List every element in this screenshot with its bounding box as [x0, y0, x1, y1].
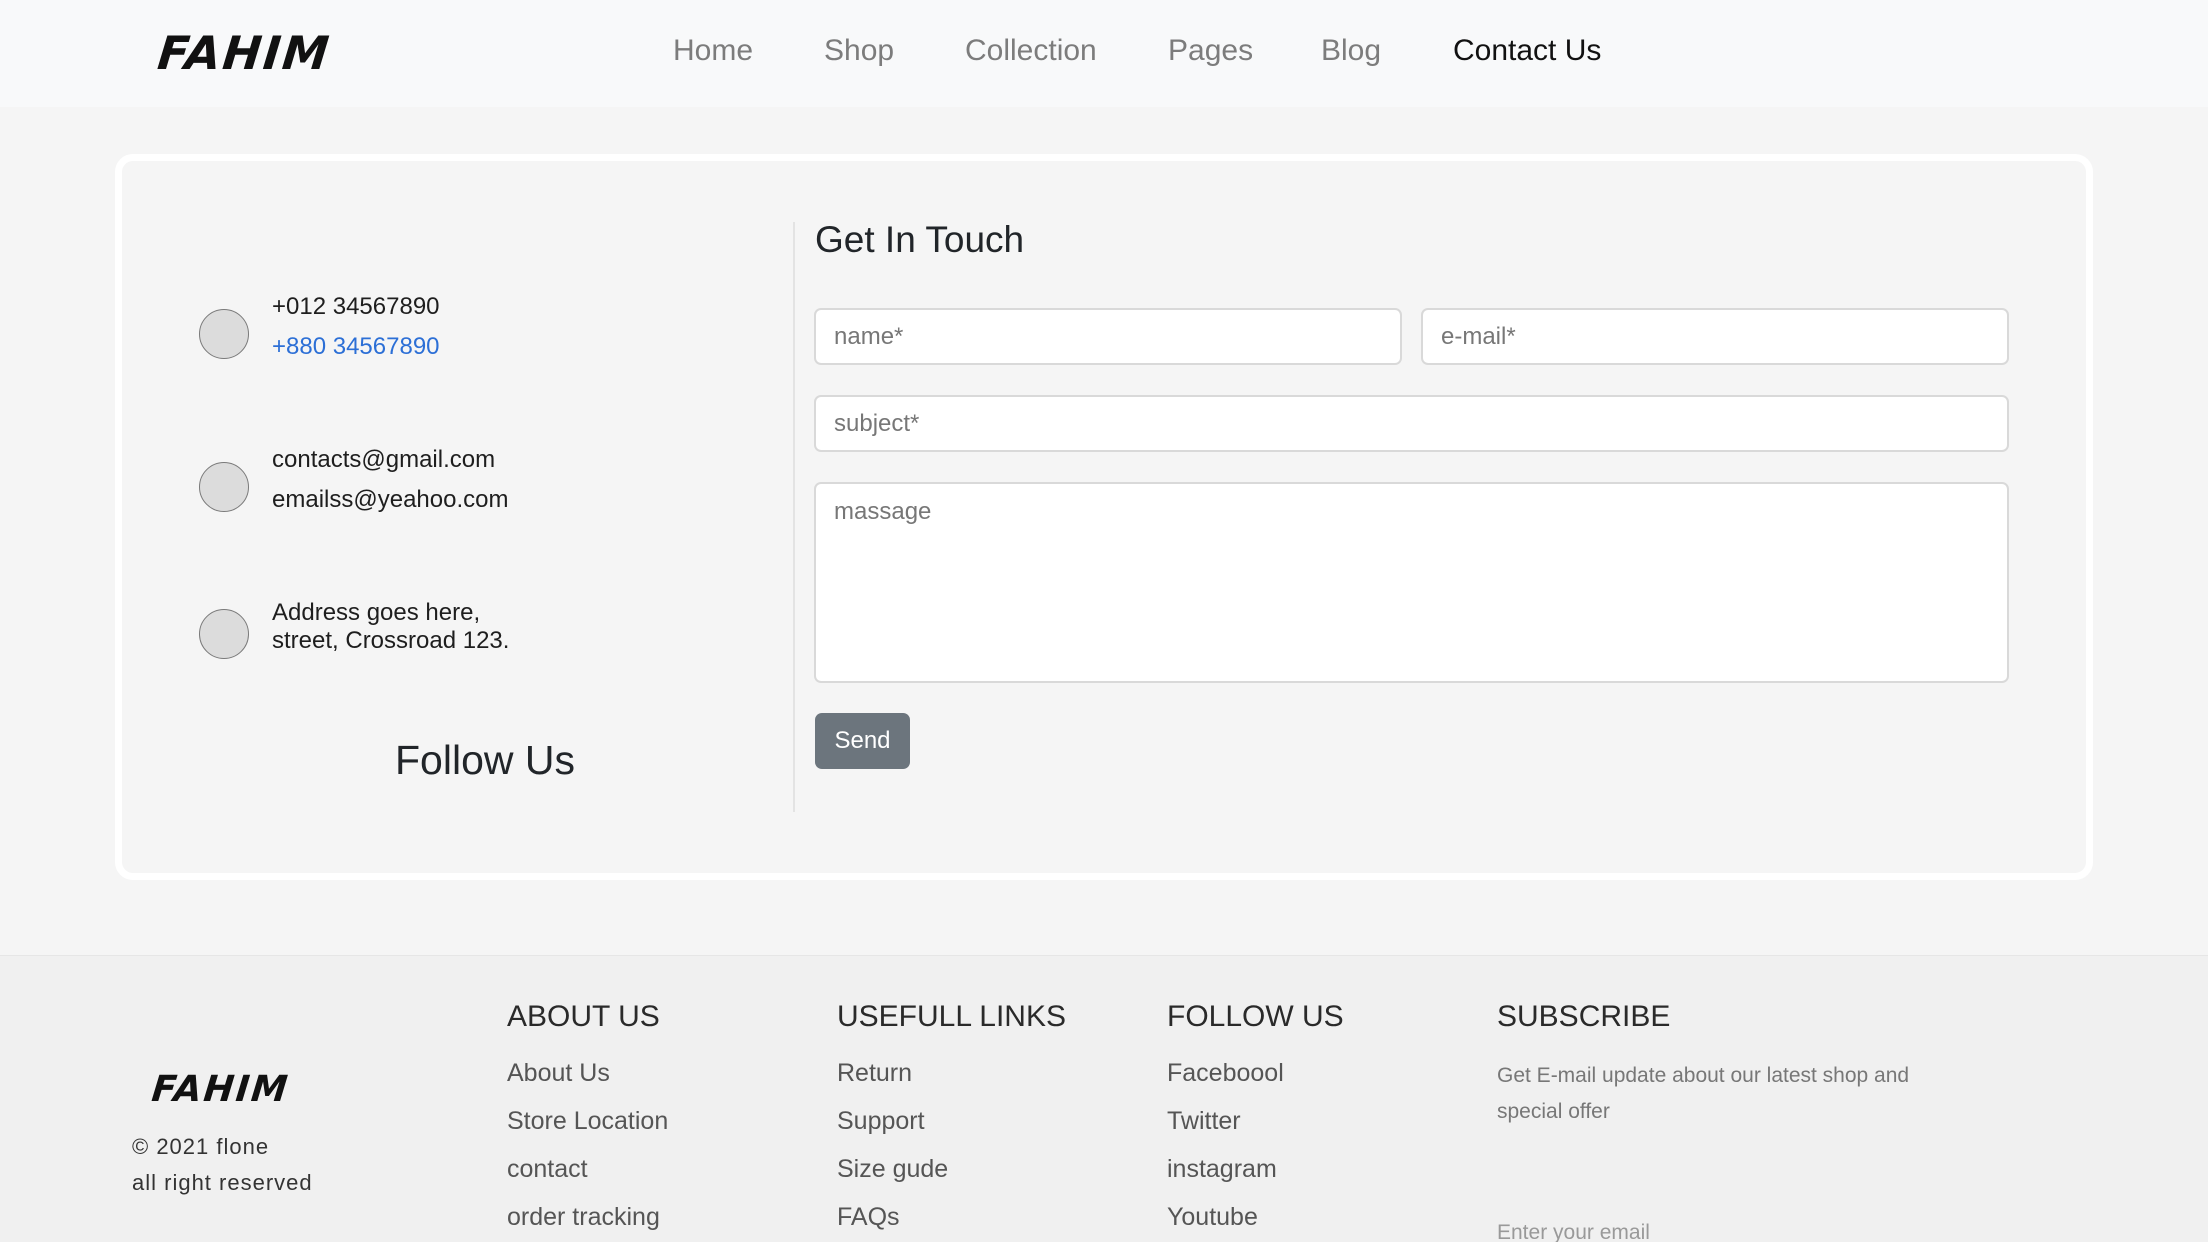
footer-link-instagram[interactable]: instagram [1167, 1155, 1277, 1184]
footer-link-about-us[interactable]: About Us [507, 1059, 610, 1088]
footer-logo[interactable]: FAHIM [150, 1069, 291, 1110]
name-input[interactable] [814, 308, 1402, 365]
message-textarea[interactable] [814, 482, 2009, 683]
about-us-heading: ABOUT US [507, 1000, 660, 1033]
footer-link-contact[interactable]: contact [507, 1155, 588, 1184]
rights-text: all right reserved [132, 1170, 313, 1195]
nav-pages[interactable]: Pages [1168, 34, 1253, 68]
email-input[interactable] [1421, 308, 2009, 365]
form-title: Get In Touch [815, 219, 1025, 260]
site-header: FAHIM Home Shop Collection Pages Blog Co… [0, 0, 2208, 107]
phone-primary: +012 34567890 [272, 293, 440, 320]
nav-blog[interactable]: Blog [1321, 34, 1381, 68]
card-divider [793, 222, 795, 812]
follow-us-title: Follow Us [395, 737, 575, 783]
nav-contact-us[interactable]: Contact Us [1453, 34, 1601, 68]
footer-link-faqs[interactable]: FAQs [837, 1203, 900, 1232]
subscribe-email-input[interactable] [1497, 1218, 1897, 1242]
footer-link-facebook[interactable]: Faceboool [1167, 1059, 1284, 1088]
footer-link-twitter[interactable]: Twitter [1167, 1107, 1241, 1136]
location-icon [199, 609, 249, 659]
footer-link-return[interactable]: Return [837, 1059, 912, 1088]
email-icon [199, 462, 249, 512]
subscribe-heading: SUBSCRIBE [1497, 1000, 1671, 1033]
nav-home[interactable]: Home [673, 34, 753, 68]
address-line-2: street, Crossroad 123. [272, 627, 510, 654]
footer-link-order-tracking[interactable]: order tracking [507, 1203, 660, 1232]
phone-secondary[interactable]: +880 34567890 [272, 333, 440, 361]
footer-link-store-location[interactable]: Store Location [507, 1107, 668, 1136]
useful-links-heading: USEFULL LINKS [837, 1000, 1066, 1033]
send-button[interactable]: Send [815, 713, 910, 769]
footer-link-support[interactable]: Support [837, 1107, 925, 1136]
footer-link-size-guide[interactable]: Size gude [837, 1155, 948, 1184]
footer-link-youtube[interactable]: Youtube [1167, 1203, 1258, 1232]
nav-collection[interactable]: Collection [965, 34, 1097, 68]
site-logo[interactable]: FAHIM [155, 26, 333, 80]
address-line-1: Address goes here, [272, 599, 481, 626]
subject-input[interactable] [814, 395, 2009, 452]
email-primary: contacts@gmail.com [272, 446, 496, 473]
copyright-text: © 2021 flone [132, 1134, 270, 1159]
phone-icon [199, 309, 249, 359]
nav-shop[interactable]: Shop [824, 34, 894, 68]
email-secondary: emailss@yeahoo.com [272, 486, 509, 513]
follow-us-heading: FOLLOW US [1167, 1000, 1344, 1033]
subscribe-description: Get E-mail update about our latest shop … [1497, 1064, 1910, 1123]
